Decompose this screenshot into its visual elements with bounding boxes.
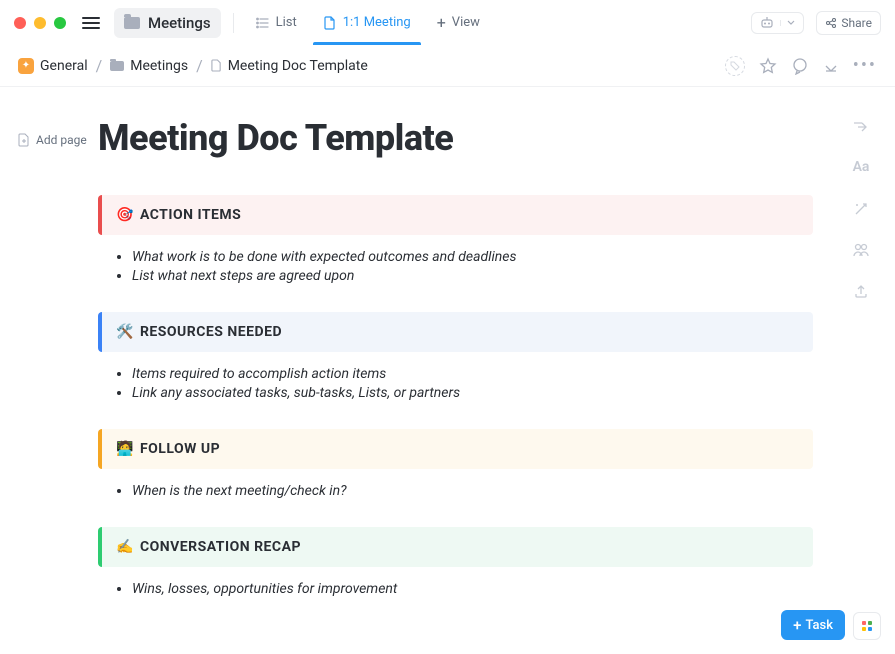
add-page-label: Add page (36, 133, 87, 147)
section-emoji-icon: 🧑‍💻 (116, 441, 134, 457)
share-icon (825, 17, 837, 29)
section-block[interactable]: ✍️ CONVERSATION RECAP (98, 527, 813, 567)
page-title[interactable]: Meeting Doc Template (98, 117, 813, 159)
tab-label: List (276, 15, 297, 30)
add-view-label: View (452, 15, 480, 30)
add-page-button[interactable]: Add page (18, 133, 98, 147)
hamburger-menu-icon[interactable] (82, 17, 100, 29)
export-icon[interactable] (853, 283, 869, 299)
breadcrumb-separator: / (196, 56, 203, 75)
comment-icon[interactable] (791, 57, 809, 75)
people-icon[interactable] (852, 243, 870, 257)
automation-button[interactable] (751, 12, 804, 34)
share-button[interactable]: Share (816, 11, 881, 35)
window-traffic-lights (14, 17, 66, 29)
magic-icon[interactable] (853, 201, 869, 217)
document-icon (323, 16, 337, 30)
chevron-down-icon (780, 20, 795, 26)
breadcrumb-bar: ✦ General / Meetings / Meeting Doc Templ… (0, 45, 895, 87)
breadcrumb-label: Meeting Doc Template (228, 58, 368, 74)
document-body: Meeting Doc Template 🎯 ACTION ITEMS What w… (98, 117, 843, 625)
list-item[interactable]: Link any associated tasks, sub-tasks, Li… (132, 385, 813, 401)
section-title: 🧑‍💻 FOLLOW UP (116, 441, 799, 457)
text-style-icon[interactable]: Aa (853, 159, 870, 175)
section-emoji-icon: 🎯 (116, 207, 134, 223)
share-label: Share (841, 16, 872, 30)
section-bullets: Items required to accomplish action item… (98, 366, 813, 401)
maximize-window-dot[interactable] (54, 17, 66, 29)
content-area: Add page Meeting Doc Template 🎯 ACTION IT… (0, 87, 895, 625)
breadcrumb-label: Meetings (130, 58, 188, 74)
left-sidebar: Add page (18, 117, 98, 625)
folder-label: Meetings (148, 14, 211, 32)
apps-button[interactable] (853, 612, 881, 640)
section-bullets: When is the next meeting/check in? (98, 483, 813, 499)
add-view-button[interactable]: + View (427, 0, 490, 45)
close-window-dot[interactable] (14, 17, 26, 29)
plus-icon: + (437, 13, 446, 32)
section-bullets: What work is to be done with expected ou… (98, 249, 813, 284)
section-title-text: FOLLOW UP (140, 441, 220, 457)
new-task-button[interactable]: + Task (781, 610, 845, 640)
section-block[interactable]: 🧑‍💻 FOLLOW UP (98, 429, 813, 469)
star-icon[interactable] (759, 57, 777, 75)
folder-chip[interactable]: Meetings (114, 8, 221, 38)
section-title-text: CONVERSATION RECAP (140, 539, 301, 555)
robot-icon (760, 17, 774, 29)
folder-icon (110, 61, 124, 71)
breadcrumb-label: General (40, 58, 88, 74)
section-title-text: RESOURCES NEEDED (140, 324, 282, 340)
collapse-icon[interactable] (823, 58, 839, 74)
more-icon[interactable]: ••• (853, 55, 877, 76)
tag-icon[interactable] (725, 56, 745, 76)
section-title: 🛠️ RESOURCES NEEDED (116, 324, 799, 340)
space-badge-icon: ✦ (18, 58, 34, 74)
section-bullets: Wins, losses, opportunities for improvem… (98, 581, 813, 597)
breadcrumb-separator: / (96, 56, 103, 75)
insert-icon[interactable] (852, 121, 870, 133)
minimize-window-dot[interactable] (34, 17, 46, 29)
top-bar: Meetings List 1:1 Meeting + View Share (0, 0, 895, 45)
list-icon (256, 16, 270, 30)
breadcrumb-actions: ••• (725, 55, 877, 76)
list-item[interactable]: Wins, losses, opportunities for improvem… (132, 581, 813, 597)
breadcrumb-item-general[interactable]: ✦ General (18, 58, 88, 74)
tab-1-1-meeting[interactable]: 1:1 Meeting (313, 0, 421, 45)
add-page-icon (18, 133, 30, 147)
section-title-text: ACTION ITEMS (140, 207, 241, 223)
list-item[interactable]: When is the next meeting/check in? (132, 483, 813, 499)
list-item[interactable]: List what next steps are agreed upon (132, 268, 813, 284)
section-emoji-icon: 🛠️ (116, 324, 134, 340)
breadcrumb-item-current[interactable]: Meeting Doc Template (211, 58, 368, 74)
apps-grid-icon (862, 621, 872, 631)
section-emoji-icon: ✍️ (116, 539, 134, 555)
divider (233, 13, 234, 33)
task-button-label: Task (805, 618, 833, 633)
section-block[interactable]: 🎯 ACTION ITEMS (98, 195, 813, 235)
breadcrumb-item-meetings[interactable]: Meetings (110, 58, 188, 74)
right-rail: Aa (843, 117, 879, 625)
document-icon (211, 59, 222, 72)
plus-icon: + (793, 616, 801, 634)
section-title: ✍️ CONVERSATION RECAP (116, 539, 799, 555)
tab-list[interactable]: List (246, 0, 307, 45)
tab-label: 1:1 Meeting (343, 15, 411, 30)
section-block[interactable]: 🛠️ RESOURCES NEEDED (98, 312, 813, 352)
section-title: 🎯 ACTION ITEMS (116, 207, 799, 223)
list-item[interactable]: What work is to be done with expected ou… (132, 249, 813, 265)
folder-icon (124, 17, 140, 29)
list-item[interactable]: Items required to accomplish action item… (132, 366, 813, 382)
